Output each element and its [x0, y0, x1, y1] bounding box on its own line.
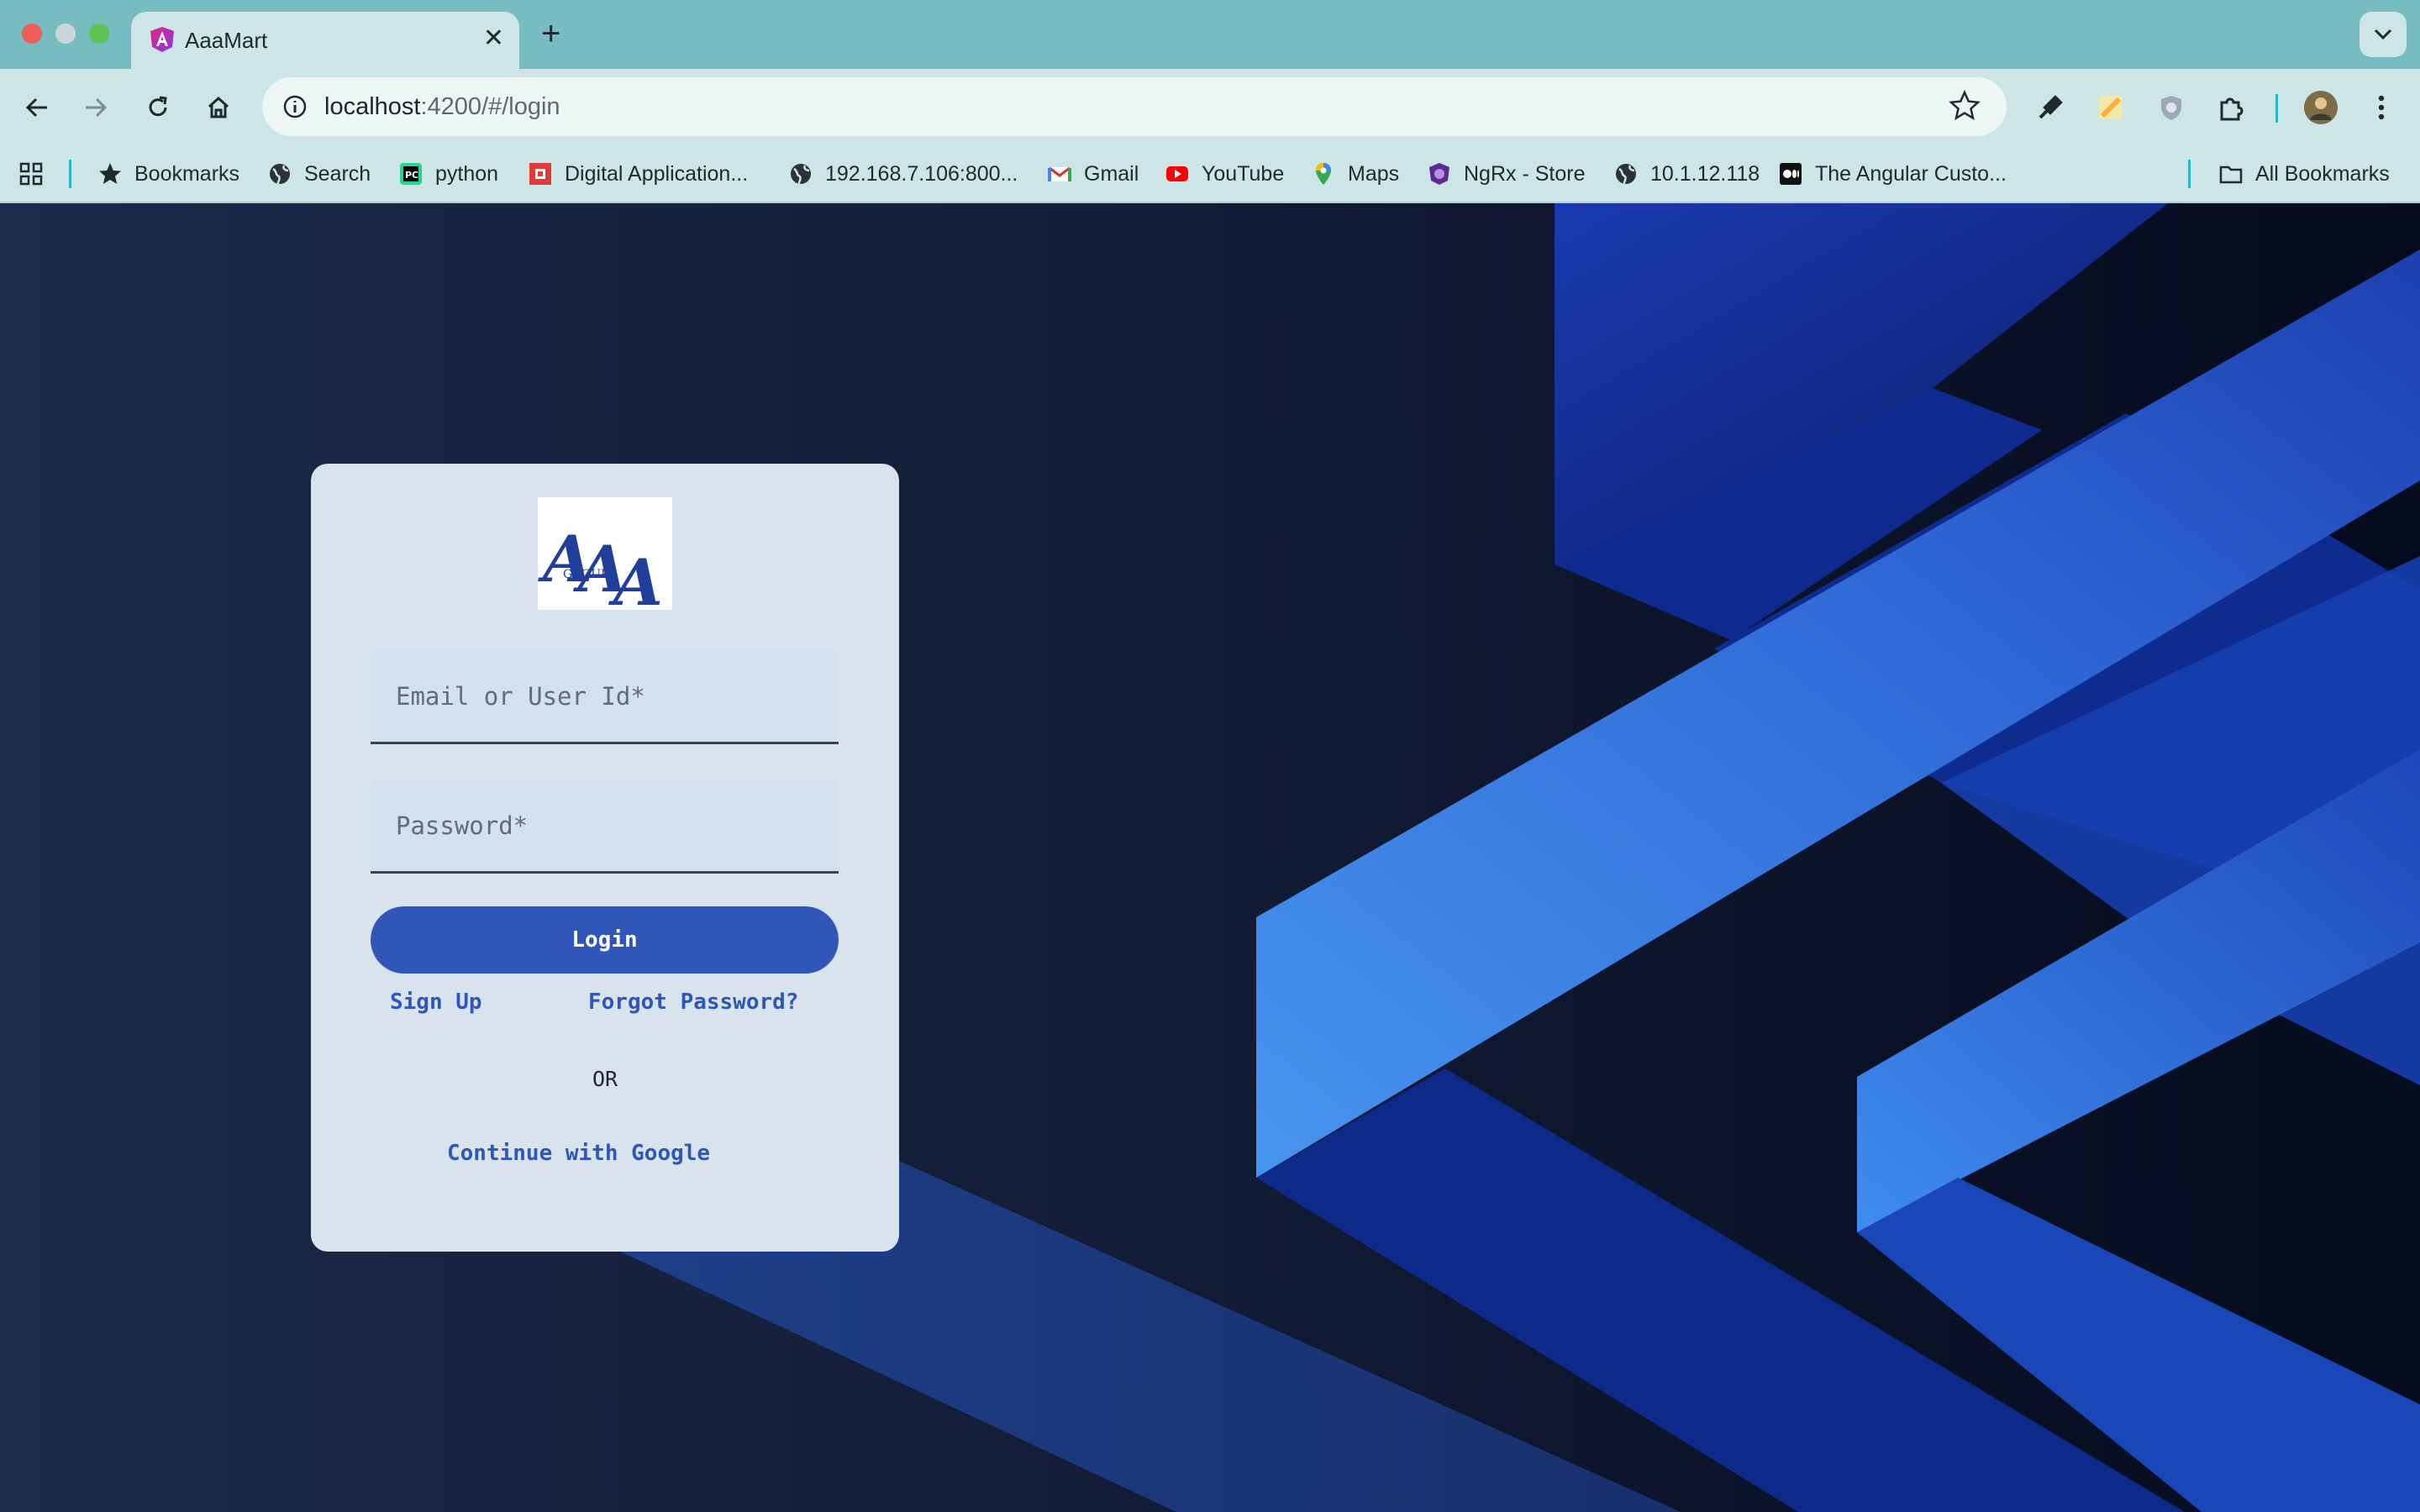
bookmark-angular-custom[interactable]: The Angular Custo...: [1778, 146, 2007, 202]
login-card: A A A GROUPS Login Sign Up Forgot Passwo…: [311, 464, 899, 1252]
all-bookmarks-button[interactable]: All Bookmarks: [2218, 146, 2390, 202]
login-page: A A A GROUPS Login Sign Up Forgot Passwo…: [0, 203, 2420, 1512]
password-input[interactable]: [371, 780, 839, 871]
bookmark-digital-application[interactable]: Digital Application...: [528, 146, 748, 202]
bookmark-python[interactable]: PC python: [398, 146, 498, 202]
bookmark-search[interactable]: Search: [267, 146, 371, 202]
medium-icon: [1780, 163, 1802, 185]
puzzle-icon: [2220, 97, 2244, 121]
home-button[interactable]: [198, 87, 239, 128]
globe-icon: [270, 164, 290, 185]
close-icon[interactable]: ✕: [483, 24, 504, 54]
back-button[interactable]: [17, 87, 57, 128]
aaa-groups-logo: A A A GROUPS: [538, 522, 663, 620]
email-field[interactable]: [371, 650, 839, 744]
url-text[interactable]: localhost:4200/#/login: [324, 77, 560, 136]
shield-extension-button[interactable]: [2151, 87, 2191, 128]
bank-icon: [529, 163, 551, 185]
folder-icon: [2219, 165, 2243, 184]
highlighter-icon: [2099, 96, 2123, 119]
browser-tab[interactable]: AaaMart ✕: [131, 12, 519, 69]
bookmarks-bar: Bookmarks Search PC python Digital Appli…: [0, 146, 2420, 203]
svg-text:GROUPS: GROUPS: [563, 568, 617, 581]
bookmark-ip-192[interactable]: 192.168.7.106:800...: [788, 146, 1018, 202]
address-bar[interactable]: localhost:4200/#/login: [262, 77, 2007, 136]
continue-with-google-link[interactable]: Continue with Google: [447, 1141, 710, 1166]
youtube-icon: [1166, 166, 1188, 181]
arrow-left-icon: [25, 97, 47, 118]
arrow-right-icon: [86, 97, 108, 118]
bookmark-star-icon[interactable]: [1948, 89, 1981, 123]
tab-search-button[interactable]: [2360, 12, 2407, 57]
password-field[interactable]: [371, 780, 839, 874]
eyedropper-icon: [2039, 95, 2063, 119]
info-icon: [283, 95, 307, 118]
bookmark-ip-10[interactable]: 10.1.12.118: [1613, 146, 1760, 202]
close-window-button[interactable]: [22, 24, 42, 44]
bookmark-bookmarks[interactable]: Bookmarks: [97, 146, 239, 202]
sign-up-link[interactable]: Sign Up: [390, 990, 482, 1015]
apps-grid-icon: [19, 162, 43, 186]
profile-button[interactable]: [2301, 87, 2341, 128]
star-icon: [99, 163, 121, 184]
new-tab-button[interactable]: +: [541, 15, 560, 52]
browser-toolbar: localhost:4200/#/login: [0, 69, 2420, 146]
globe-icon: [1616, 164, 1636, 185]
apps-button[interactable]: [18, 146, 44, 202]
minimize-window-button[interactable]: [55, 24, 76, 44]
site-info-button[interactable]: [276, 87, 314, 126]
highlighter-extension-button[interactable]: [2091, 87, 2131, 128]
maps-icon: [1316, 163, 1331, 185]
browser-tab-strip: AaaMart ✕ +: [0, 0, 2420, 69]
bookmarks-divider: [2188, 160, 2191, 188]
home-icon: [208, 96, 229, 118]
gmail-icon: [1048, 166, 1071, 181]
toolbar-divider: [2275, 94, 2278, 123]
email-input[interactable]: [371, 650, 839, 742]
bookmark-maps[interactable]: Maps: [1311, 146, 1399, 202]
eyedropper-extension-button[interactable]: [2030, 87, 2070, 128]
or-divider-text: OR: [592, 1067, 618, 1091]
maximize-window-button[interactable]: [89, 24, 109, 44]
more-vertical-icon: [2378, 95, 2385, 120]
forward-button[interactable]: [76, 87, 116, 128]
reload-icon: [149, 96, 167, 117]
ngrx-icon: [1429, 163, 1449, 185]
svg-text:PC: PC: [405, 170, 418, 181]
angular-icon: [150, 27, 174, 52]
reload-button[interactable]: [138, 87, 178, 128]
tab-title: AaaMart: [185, 28, 268, 53]
chevron-down-icon: [2374, 29, 2392, 40]
login-button[interactable]: Login: [371, 906, 839, 974]
globe-icon: [791, 164, 811, 185]
avatar: [2304, 91, 2338, 124]
bookmarks-divider: [69, 160, 71, 188]
pycharm-icon: PC: [400, 163, 422, 185]
bookmark-gmail[interactable]: Gmail: [1047, 146, 1139, 202]
bookmark-ngrx-store[interactable]: NgRx - Store: [1427, 146, 1585, 202]
brand-logo: A A A GROUPS: [538, 497, 672, 620]
shield-icon: [2161, 96, 2181, 120]
browser-menu-button[interactable]: [2361, 87, 2402, 128]
forgot-password-link[interactable]: Forgot Password?: [588, 990, 798, 1015]
bookmark-youtube[interactable]: YouTube: [1165, 146, 1284, 202]
extensions-button[interactable]: [2212, 87, 2252, 128]
